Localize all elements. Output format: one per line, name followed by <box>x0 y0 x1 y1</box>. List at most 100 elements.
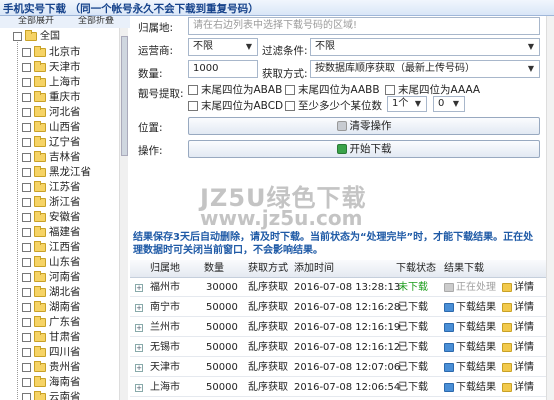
tree-item-checkbox[interactable] <box>22 122 31 132</box>
detail-link[interactable]: 详情 <box>502 279 534 297</box>
header-result[interactable]: 结果下载 <box>444 260 484 278</box>
tree-item[interactable]: 云南省 <box>22 390 81 400</box>
result-download-link[interactable]: 下载结果 <box>444 339 496 357</box>
tree-item[interactable]: 山西省 <box>22 120 81 135</box>
tree-item-checkbox[interactable] <box>22 47 31 57</box>
method-select[interactable]: 按数据库顺序获取（最新上传号码） ▼ <box>310 60 540 78</box>
tree-scrollbar[interactable] <box>119 28 128 400</box>
checkbox[interactable] <box>285 101 295 111</box>
main-scrollbar[interactable] <box>546 16 554 400</box>
tree-item[interactable]: 江苏省 <box>22 180 81 195</box>
tree-item-checkbox[interactable] <box>22 242 31 252</box>
filter-select[interactable]: 不限 ▼ <box>310 38 540 56</box>
check-abab[interactable]: 末尾四位为ABAB <box>188 84 282 97</box>
tree-item[interactable]: 湖北省 <box>22 285 81 300</box>
result-download-link[interactable]: 下载结果 <box>444 299 496 317</box>
detail-link[interactable]: 详情 <box>502 379 534 397</box>
tree-scroll-thumb[interactable] <box>121 36 128 156</box>
expand-row-icon[interactable]: + <box>135 284 143 292</box>
tree-item-checkbox[interactable] <box>22 272 31 282</box>
check-aabb[interactable]: 末尾四位为AABB <box>285 84 380 97</box>
tree-item[interactable]: 江西省 <box>22 240 81 255</box>
tree-item-checkbox[interactable] <box>22 107 31 117</box>
tree-item[interactable]: 吉林省 <box>22 150 81 165</box>
tree-item[interactable]: 辽宁省 <box>22 135 81 150</box>
checkbox[interactable] <box>285 85 295 95</box>
detail-link[interactable]: 详情 <box>502 339 534 357</box>
tree-item-checkbox[interactable] <box>22 392 31 400</box>
carrier-select[interactable]: 不限 ▼ <box>188 38 258 56</box>
result-download-link[interactable]: 下载结果 <box>444 359 496 377</box>
header-region[interactable]: 归属地 <box>150 260 180 278</box>
tree-item-checkbox[interactable] <box>22 152 31 162</box>
tree-item[interactable]: 河南省 <box>22 270 81 285</box>
tree-item[interactable]: 四川省 <box>22 345 81 360</box>
expand-row-icon[interactable]: + <box>135 344 143 352</box>
tree-item[interactable]: 北京市 <box>22 45 81 60</box>
expand-row-icon[interactable]: + <box>135 324 143 332</box>
expand-row-icon[interactable]: + <box>135 364 143 372</box>
clear-button[interactable]: 清零操作 <box>188 117 540 135</box>
root-checkbox[interactable] <box>13 31 22 41</box>
tree-item-checkbox[interactable] <box>22 167 31 177</box>
tree-item-checkbox[interactable] <box>22 92 31 102</box>
table-row[interactable]: + 南宁市 50000 乱序获取 2016-07-08 12:16:28 已下载 下载结果 详… <box>130 299 554 317</box>
detail-link[interactable]: 详情 <box>502 359 534 377</box>
tree-item[interactable]: 山东省 <box>22 255 81 270</box>
detail-link[interactable]: 详情 <box>502 299 534 317</box>
tree-item[interactable]: 海南省 <box>22 375 81 390</box>
expand-row-icon[interactable]: + <box>135 384 143 392</box>
tree-item-checkbox[interactable] <box>22 62 31 72</box>
tree-item-checkbox[interactable] <box>22 77 31 87</box>
expand-row-icon[interactable]: + <box>135 304 143 312</box>
table-row[interactable]: + 兰州市 50000 乱序获取 2016-07-08 12:16:19 已下载 下载结果 详… <box>130 319 554 337</box>
tree-item[interactable]: 黑龙江省 <box>22 165 91 180</box>
tree-item[interactable]: 湖南省 <box>22 300 81 315</box>
tree-item-checkbox[interactable] <box>22 287 31 297</box>
result-download-link[interactable]: 正在处理 <box>444 279 496 297</box>
check-abcd[interactable]: 末尾四位为ABCD <box>188 100 283 113</box>
tree-item[interactable]: 贵州省 <box>22 360 81 375</box>
tree-item[interactable]: 天津市 <box>22 60 81 75</box>
tree-item[interactable]: 上海市 <box>22 75 81 90</box>
tree-item[interactable]: 福建省 <box>22 225 81 240</box>
tree-item-checkbox[interactable] <box>22 257 31 267</box>
checkbox[interactable] <box>188 101 198 111</box>
start-download-button[interactable]: 开始下载 <box>188 140 540 158</box>
table-row[interactable]: + 无锡市 50000 乱序获取 2016-07-08 12:16:12 已下载 下载结果 详… <box>130 339 554 357</box>
tree-item-checkbox[interactable] <box>22 182 31 192</box>
count-select[interactable]: 1个 ▼ <box>387 96 427 112</box>
tree-item[interactable]: 安徽省 <box>22 210 81 225</box>
tree-item-checkbox[interactable] <box>22 332 31 342</box>
quantity-field[interactable]: 1000 <box>188 60 258 78</box>
tree-item[interactable]: 河北省 <box>22 105 81 120</box>
checkbox[interactable] <box>188 85 198 95</box>
tree-item[interactable]: 甘肃省 <box>22 330 81 345</box>
table-row[interactable]: + 上海市 50000 乱序获取 2016-07-08 12:06:54 已下载 下载结果 详… <box>130 379 554 397</box>
result-download-link[interactable]: 下载结果 <box>444 379 496 397</box>
tree-item[interactable]: 广东省 <box>22 315 81 330</box>
tree-item-checkbox[interactable] <box>22 212 31 222</box>
detail-link[interactable]: 详情 <box>502 319 534 337</box>
region-field[interactable]: 请在右边列表中选择下载号码的区域! <box>188 17 540 35</box>
table-row[interactable]: + 福州市 30000 乱序获取 2016-07-08 13:28:13 未下载 正在处理 详… <box>130 279 554 297</box>
digit-select[interactable]: 0 ▼ <box>433 96 465 112</box>
tree-item-checkbox[interactable] <box>22 137 31 147</box>
tree-item-checkbox[interactable] <box>22 377 31 387</box>
tree-item-checkbox[interactable] <box>22 362 31 372</box>
header-time[interactable]: 添加时间 <box>294 260 334 278</box>
tree-item-checkbox[interactable] <box>22 317 31 327</box>
header-quantity[interactable]: 数量 <box>204 260 224 278</box>
tree-item[interactable]: 浙江省 <box>22 195 81 210</box>
table-row[interactable]: + 天津市 50000 乱序获取 2016-07-08 12:07:06 已下载 下载结果 详… <box>130 359 554 377</box>
collapse-all-button[interactable]: 全部折叠 <box>78 16 114 26</box>
check-min-digits[interactable]: 至少多少个某位数 <box>285 100 382 113</box>
header-method[interactable]: 获取方式 <box>248 260 288 278</box>
tree-item-checkbox[interactable] <box>22 347 31 357</box>
checkbox[interactable] <box>385 85 395 95</box>
header-status[interactable]: 下载状态 <box>396 260 436 278</box>
tree-item[interactable]: 重庆市 <box>22 90 81 105</box>
tree-item-checkbox[interactable] <box>22 227 31 237</box>
tree-root-node[interactable]: 全国 <box>13 29 60 43</box>
tree-item-checkbox[interactable] <box>22 302 31 312</box>
